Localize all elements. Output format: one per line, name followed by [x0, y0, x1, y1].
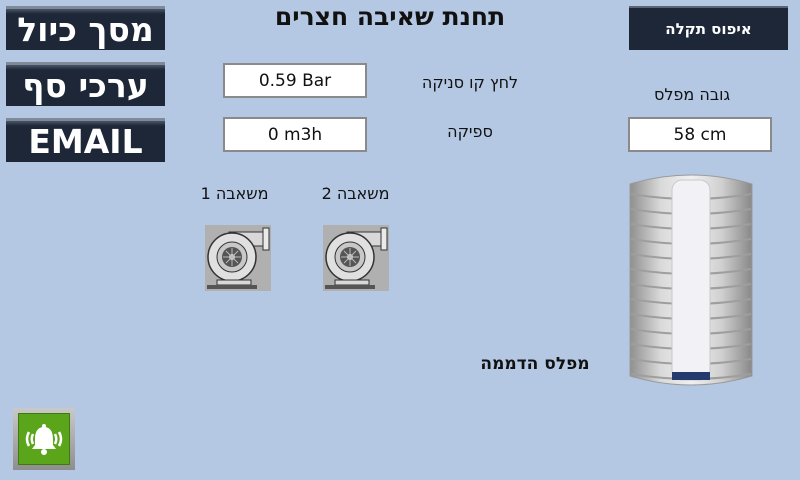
pump-2[interactable] — [323, 225, 389, 291]
shutdown-level-label: מפלס הדממה — [480, 354, 590, 374]
level-value: 58 cm — [628, 117, 772, 152]
pump-2-label: משאבה 2 — [321, 184, 390, 203]
pump-1[interactable] — [205, 225, 271, 291]
bell-alarm-icon — [25, 424, 63, 455]
tank-level-fill — [672, 372, 710, 380]
level-label: גובה מפלס — [653, 85, 731, 104]
page-title: תחנת שאיבה חצרים — [274, 2, 506, 31]
email-button[interactable]: EMAIL — [6, 118, 165, 162]
calibration-screen-button[interactable]: מסך כיול — [6, 6, 165, 50]
reset-fault-button[interactable]: איפוס תקלה — [629, 6, 788, 50]
thresholds-button[interactable]: ערכי סף — [6, 62, 165, 106]
flow-label: ספיקה — [447, 122, 493, 141]
centrifugal-pump-icon — [323, 225, 389, 291]
pump-1-label: משאבה 1 — [200, 184, 269, 203]
centrifugal-pump-icon — [205, 225, 271, 291]
water-tank — [628, 172, 754, 388]
suction-pressure-label: לחץ קו סניקה — [421, 73, 519, 92]
flow-value: 0 m3h — [223, 117, 367, 152]
alarm-button[interactable] — [13, 408, 75, 470]
suction-pressure-value: 0.59 Bar — [223, 63, 367, 98]
